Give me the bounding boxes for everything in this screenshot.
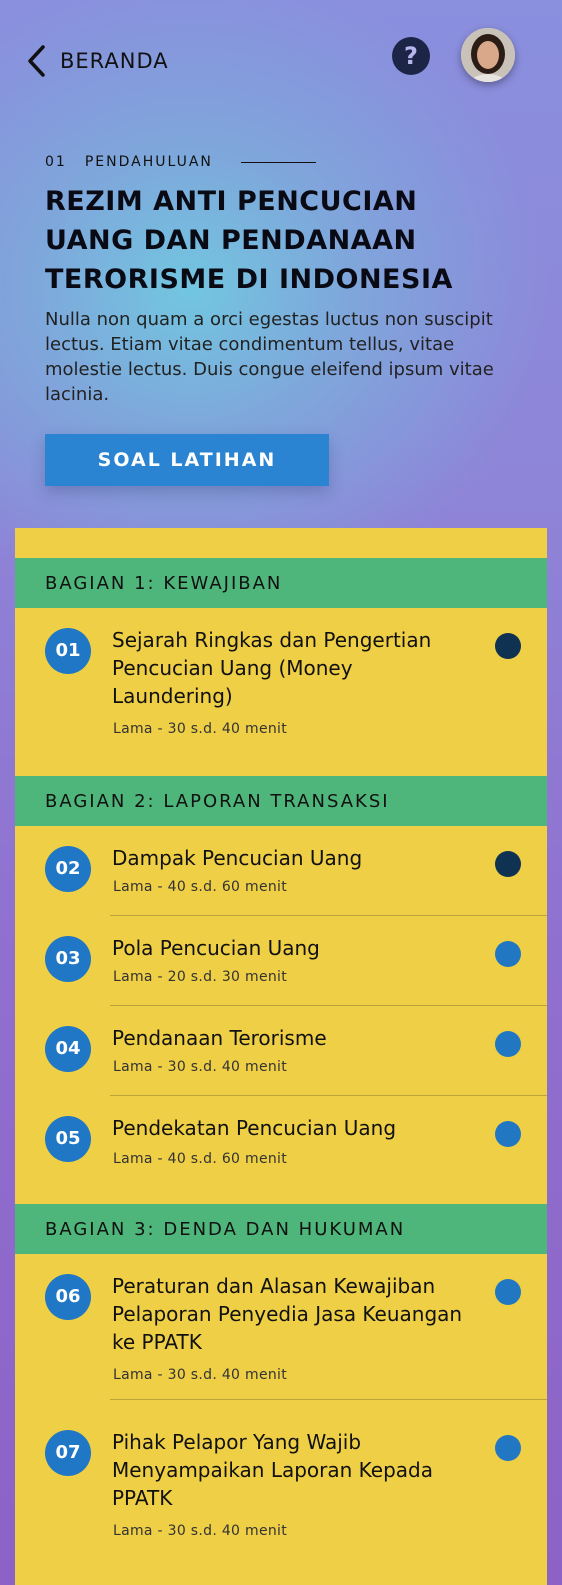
avatar[interactable]: [461, 28, 515, 82]
section-header: BAGIAN 2: LAPORAN TRANSAKSI: [15, 776, 547, 826]
lesson-item-02[interactable]: 02 Dampak Pencucian Uang Lama - 40 s.d. …: [15, 826, 547, 916]
chevron-left-icon: [28, 45, 45, 77]
back-button[interactable]: BERANDA: [26, 44, 169, 78]
section-3: BAGIAN 3: DENDA DAN HUKUMAN: [15, 1204, 547, 1254]
lesson-number-badge: 03: [45, 936, 91, 982]
lesson-number-badge: 01: [45, 628, 91, 674]
lesson-title: Pendanaan Terorisme: [112, 1026, 327, 1050]
status-dot: [495, 1121, 521, 1147]
lesson-title: Pola Pencucian Uang: [112, 936, 320, 960]
section-header: BAGIAN 3: DENDA DAN HUKUMAN: [15, 1204, 547, 1254]
chapter-label: PENDAHULUAN: [84, 154, 213, 170]
lesson-item-07[interactable]: 07 Pihak Pelapor Yang Wajib Menyampaikan…: [15, 1410, 547, 1580]
lesson-number-badge: 07: [45, 1430, 91, 1476]
top-bar: BERANDA ?: [0, 0, 562, 110]
page-title: REZIM ANTI PENCUCIAN UANG DAN PENDANAAN …: [45, 186, 453, 295]
lesson-number-badge: 02: [45, 846, 91, 892]
status-dot: [495, 1279, 521, 1305]
lesson-title: Pihak Pelapor Yang Wajib Menyampaikan La…: [112, 1430, 434, 1510]
lesson-duration: Lama - 40 s.d. 60 menit: [113, 879, 288, 895]
lesson-number-badge: 04: [45, 1026, 91, 1072]
status-dot: [495, 941, 521, 967]
lesson-title: Dampak Pencucian Uang: [112, 846, 363, 870]
lesson-title: Sejarah Ringkas dan Pengertian Pencucian…: [112, 628, 432, 708]
status-dot-completed: [495, 851, 521, 877]
help-icon[interactable]: ?: [392, 37, 430, 75]
lesson-item-06[interactable]: 06 Peraturan dan Alasan Kewajiban Pelapo…: [15, 1254, 547, 1414]
lesson-item-01[interactable]: 01 Sejarah Ringkas dan Pengertian Pencuc…: [15, 608, 547, 776]
lesson-item-05[interactable]: 05 Pendekatan Pencucian Uang Lama - 40 s…: [15, 1096, 547, 1204]
status-dot: [495, 1435, 521, 1461]
lesson-number-badge: 06: [45, 1274, 91, 1320]
section-2: BAGIAN 2: LAPORAN TRANSAKSI: [15, 776, 547, 826]
user-avatar-icon: [461, 28, 515, 82]
lesson-item-04[interactable]: 04 Pendanaan Terorisme Lama - 30 s.d. 40…: [15, 1006, 547, 1096]
practice-quiz-button[interactable]: SOAL LATIHAN: [45, 434, 329, 486]
back-label: BERANDA: [60, 49, 169, 73]
lesson-item-03[interactable]: 03 Pola Pencucian Uang Lama - 20 s.d. 30…: [15, 916, 547, 1006]
lesson-duration: Lama - 30 s.d. 40 menit: [113, 1523, 288, 1539]
chapter-kicker: 01 PENDAHULUAN: [45, 150, 515, 174]
lesson-duration: Lama - 20 s.d. 30 menit: [113, 969, 288, 985]
lesson-duration: Lama - 30 s.d. 40 menit: [113, 721, 288, 737]
lesson-list-panel: BAGIAN 1: KEWAJIBAN 01 Sejarah Ringkas d…: [15, 528, 547, 1585]
lesson-duration: Lama - 40 s.d. 60 menit: [113, 1151, 288, 1167]
lesson-number-badge: 05: [45, 1116, 91, 1162]
course-hero: 01 PENDAHULUAN REZIM ANTI PENCUCIAN UANG…: [45, 150, 515, 407]
section-header: BAGIAN 1: KEWAJIBAN: [15, 558, 547, 608]
course-description: Nulla non quam a orci egestas luctus non…: [45, 309, 494, 405]
section-1: BAGIAN 1: KEWAJIBAN: [15, 558, 547, 608]
lesson-title: Peraturan dan Alasan Kewajiban Pelaporan…: [112, 1274, 463, 1354]
status-dot: [495, 1031, 521, 1057]
row-divider: [110, 1399, 547, 1400]
status-dot-completed: [495, 633, 521, 659]
lesson-duration: Lama - 30 s.d. 40 menit: [113, 1367, 288, 1383]
kicker-divider: [240, 161, 316, 163]
lesson-title: Pendekatan Pencucian Uang: [112, 1116, 397, 1140]
chapter-number: 01: [45, 154, 67, 170]
lesson-duration: Lama - 30 s.d. 40 menit: [113, 1059, 288, 1075]
